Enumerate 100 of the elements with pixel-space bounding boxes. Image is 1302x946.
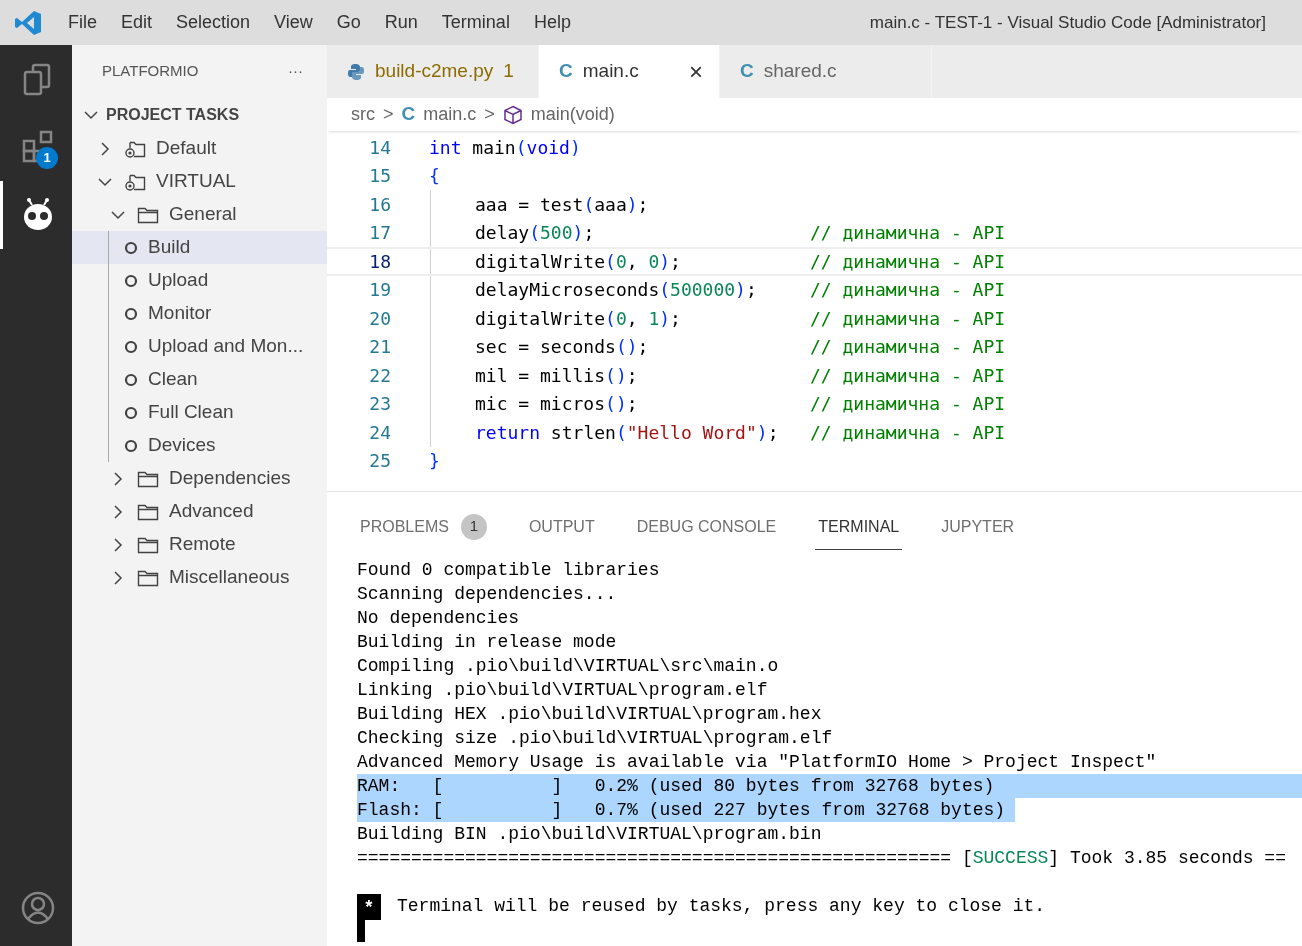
tree-item-label[interactable]: Default [156, 134, 217, 163]
circle-icon [124, 405, 138, 420]
terminal-line: Compiling .pio\build\VIRTUAL\src\main.o [357, 655, 780, 678]
line-number: 16 [368, 192, 391, 217]
chevron-right-icon[interactable] [111, 504, 125, 519]
line-number: 19 [368, 278, 391, 303]
line-number: 22 [368, 363, 391, 388]
tree-item-label[interactable]: Remote [169, 530, 236, 559]
terminal-line: Linking .pio\build\VIRTUAL\program.elf [357, 679, 769, 702]
terminal-line: Found 0 compatible libraries [357, 559, 661, 582]
tree-item-label[interactable]: Upload and Mon... [148, 332, 304, 361]
terminal-line: No dependencies [357, 607, 521, 630]
tree-item-label[interactable]: VIRTUAL [156, 167, 236, 196]
chevron-right-icon[interactable] [111, 471, 125, 486]
code-comment: // динамична - API [810, 335, 1006, 360]
menu-item[interactable]: Selection [164, 9, 263, 36]
section-header[interactable]: PROJECT TASKS [106, 103, 240, 127]
code-text: { [429, 164, 441, 189]
tree-item-label[interactable]: Devices [148, 431, 216, 460]
tree-item-label[interactable]: Miscellaneous [169, 563, 290, 592]
terminal-line: Scanning dependencies... [357, 583, 618, 606]
breadcrumb-item[interactable]: src [351, 101, 375, 128]
terminal-line: Checking size .pio\build\VIRTUAL\program.elf [357, 727, 834, 750]
menu-item[interactable]: Edit [109, 9, 165, 36]
more-actions-button[interactable]: ··· [288, 60, 303, 83]
circle-icon [124, 339, 138, 354]
line-number: 14 [368, 135, 391, 160]
terminal-cursor: * [357, 894, 381, 942]
terminal-line: Building HEX .pio\build\VIRTUAL\program.hex [357, 703, 823, 726]
code-text: } [429, 449, 441, 474]
code-text: return strlen("Hello Word"); [475, 420, 780, 445]
line-number: 24 [368, 420, 391, 445]
code-comment: // динамична - API [810, 392, 1006, 417]
tree-item-label[interactable]: Full Clean [148, 398, 234, 427]
breadcrumb-separator: > [484, 103, 495, 126]
circle-icon [124, 438, 138, 453]
terminal-line: Advanced Memory Usage is available via "PlatformIO Home > Project Inspect" [357, 751, 1158, 774]
panel-tab[interactable]: OUTPUT [525, 504, 598, 550]
line-number: 15 [368, 164, 391, 189]
tree-item-label[interactable]: Upload [148, 266, 209, 295]
circle-icon [124, 372, 138, 387]
terminal-line: ======================================================= [SUCCESS] Took 3.85 seconds == [357, 847, 1287, 870]
breadcrumb-item[interactable]: main(void) [530, 101, 615, 128]
panel-tab[interactable]: PROBLEMS 1 [357, 504, 490, 550]
logo-icon [14, 8, 42, 37]
code-text: delayMicroseconds(500000); [475, 278, 758, 303]
circle-icon [124, 240, 138, 255]
code-text: aaa = test(aaa); [475, 192, 650, 217]
code-text: sec = seconds(); [475, 335, 650, 360]
editor-tab[interactable]: C main.c × [539, 45, 720, 98]
tree-item-label[interactable]: Clean [148, 365, 198, 394]
tree-item-label[interactable]: Monitor [148, 299, 212, 328]
circle-icon [124, 306, 138, 321]
tree-item-label[interactable]: Build [148, 233, 191, 262]
breadcrumb-item[interactable]: main.c [423, 101, 477, 128]
code-comment: // динамична - API [810, 221, 1006, 246]
breadcrumb-separator: > [383, 103, 394, 126]
chevron-right-icon[interactable] [111, 570, 125, 585]
terminal-line: Building in release mode [357, 631, 618, 654]
tree-item-label[interactable]: Advanced [169, 497, 254, 526]
terminal-line: Terminal will be reused by tasks, press any key to close it. [397, 895, 1046, 918]
line-number: 20 [368, 306, 391, 331]
chevron-right-icon[interactable] [98, 141, 112, 156]
code-comment: // динамична - API [810, 306, 1006, 331]
code-comment: // динамична - API [810, 363, 1006, 388]
chevron-down-icon[interactable] [84, 108, 98, 122]
menu-item[interactable]: File [56, 9, 109, 36]
line-number: 25 [368, 449, 391, 474]
menu-item[interactable]: Terminal [429, 9, 522, 36]
menu-item[interactable]: Run [372, 9, 430, 36]
account-icon[interactable] [19, 890, 56, 926]
code-text: mic = micros(); [475, 392, 639, 417]
circle-icon [124, 273, 138, 288]
close-button[interactable]: × [689, 59, 703, 84]
tree-item-label[interactable]: General [169, 200, 237, 229]
menu-item[interactable]: Go [324, 9, 373, 36]
chevron-right-icon[interactable] [111, 537, 125, 552]
menu-item[interactable]: View [262, 9, 325, 36]
window-title: main.c - TEST-1 - Visual Studio Code [Administrator] [869, 11, 1266, 34]
panel-tab[interactable]: TERMINAL [815, 504, 903, 550]
code-text: mil = millis(); [475, 363, 639, 388]
line-number: 18 [368, 249, 391, 274]
panel-tab[interactable]: DEBUG CONSOLE [633, 504, 780, 550]
code-comment: // динамична - API [810, 420, 1006, 445]
count-badge: 1 [460, 513, 487, 540]
code-text: delay(500); [475, 221, 596, 246]
python-icon [347, 62, 365, 81]
line-number: 21 [368, 335, 391, 360]
menu-item[interactable]: Help [521, 9, 583, 36]
panel-tab[interactable]: JUPYTER [938, 504, 1018, 550]
code-text: digitalWrite(0, 0); [475, 249, 682, 274]
line-number: 23 [368, 392, 391, 417]
sidebar-title: PLATFORMIO [102, 61, 199, 82]
code-comment: // динамична - API [810, 278, 1006, 303]
line-number: 17 [368, 221, 391, 246]
notification-badge: 1 [36, 147, 58, 169]
code-comment: // динамична - API [810, 249, 1006, 274]
cube-icon [502, 104, 523, 125]
c-file-icon: C [401, 100, 416, 129]
tree-item-label[interactable]: Dependencies [169, 464, 291, 493]
